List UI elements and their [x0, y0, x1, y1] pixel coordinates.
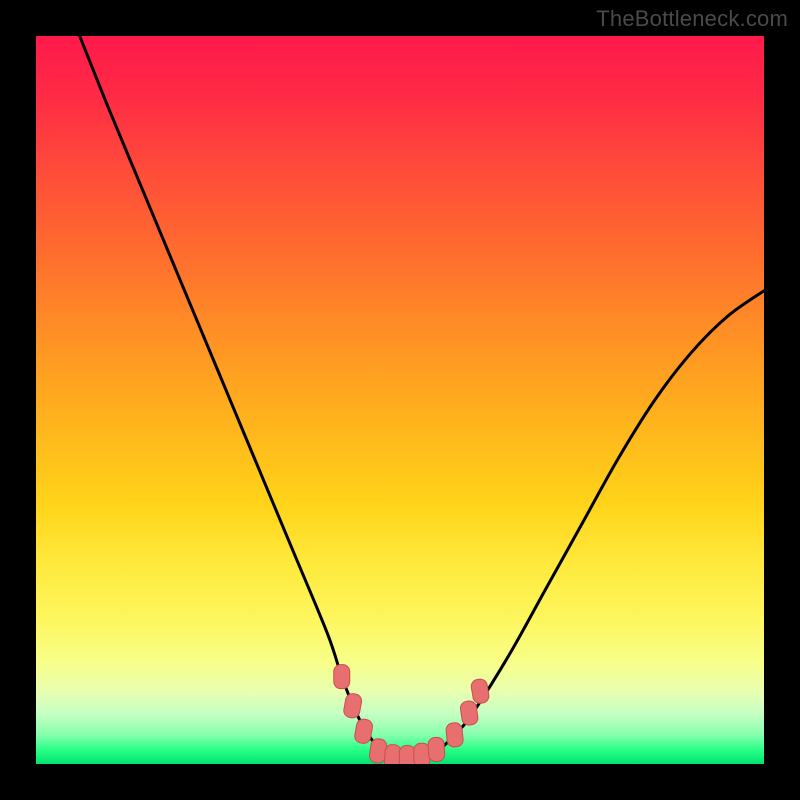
marker-point [414, 743, 431, 764]
marker-point [445, 722, 463, 747]
marker-point [343, 693, 363, 719]
marker-point [428, 737, 445, 762]
marker-point [470, 678, 490, 704]
marker-point [334, 665, 350, 689]
watermark-label: TheBottleneck.com [596, 6, 788, 32]
plot-area [36, 36, 764, 764]
marker-point [399, 745, 415, 764]
marker-point [459, 700, 478, 726]
chart-svg [36, 36, 764, 764]
curve-line [80, 36, 764, 759]
chart-frame: TheBottleneck.com [0, 0, 800, 800]
